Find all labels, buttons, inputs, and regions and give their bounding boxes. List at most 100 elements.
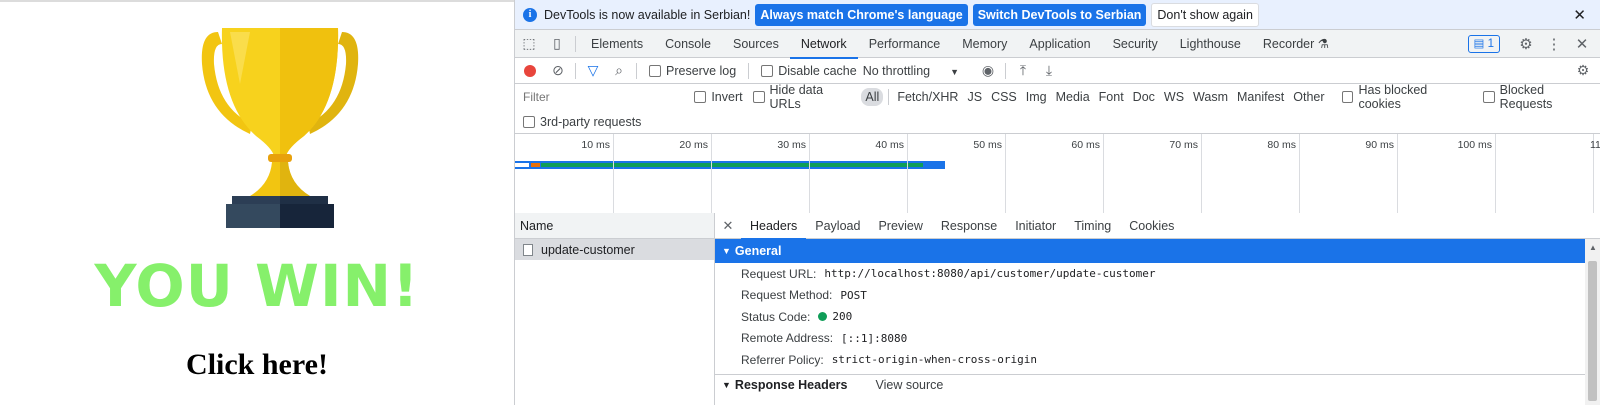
language-infobar: i DevTools is now available in Serbian! … — [515, 0, 1600, 30]
issues-badge[interactable]: ▤ 1 — [1467, 35, 1500, 53]
device-toolbar-icon[interactable]: ▯ — [543, 35, 571, 52]
infobar-message: DevTools is now available in Serbian! — [544, 7, 751, 22]
details-scrollbar[interactable]: ▲ — [1585, 239, 1600, 405]
referrer-policy-value: strict-origin-when-cross-origin — [831, 353, 1037, 367]
import-har-icon[interactable]: ⤒ — [1010, 62, 1036, 79]
type-filter-fetch-xhr[interactable]: Fetch/XHR — [893, 88, 962, 106]
tab-console[interactable]: Console — [654, 30, 722, 58]
overview-gridline — [613, 134, 614, 214]
invert-checkbox[interactable] — [694, 91, 707, 103]
overview-gridline — [711, 134, 712, 214]
overview-gridline — [907, 134, 908, 214]
overview-waiting-bar — [541, 163, 923, 167]
tab-network[interactable]: Network — [789, 30, 858, 59]
network-conditions-icon[interactable]: ◉ — [975, 62, 1001, 79]
tab-payload[interactable]: Payload — [806, 213, 869, 239]
tab-response[interactable]: Response — [932, 213, 1006, 239]
disable-cache-label: Disable cache — [778, 63, 857, 78]
type-filter-all[interactable]: All — [861, 88, 884, 106]
remote-address-row: Remote Address: [::1]:8080 — [715, 328, 1585, 350]
type-filter-media[interactable]: Media — [1052, 88, 1094, 106]
request-url-value: http://localhost:8080/api/customer/updat… — [824, 267, 1156, 281]
preserve-log-checkbox[interactable] — [649, 64, 661, 77]
tab-elements[interactable]: Elements — [580, 30, 654, 58]
general-section-header[interactable]: ▼ General — [715, 239, 1585, 263]
export-har-icon[interactable]: ⤓ — [1036, 62, 1062, 79]
inspect-element-icon[interactable]: ⬚ — [515, 35, 543, 52]
dont-show-again-button[interactable]: Don't show again — [1151, 2, 1259, 27]
tab-security[interactable]: Security — [1102, 30, 1169, 58]
click-here-link[interactable]: Click here! — [0, 348, 514, 382]
close-devtools-icon[interactable]: ✕ — [1568, 35, 1596, 53]
type-filter-ws[interactable]: WS — [1160, 88, 1188, 106]
tab-headers[interactable]: Headers — [741, 213, 807, 240]
type-filter-other[interactable]: Other — [1289, 88, 1328, 106]
clear-icon[interactable]: ⊘ — [545, 62, 571, 79]
throttling-select[interactable]: No throttling ▼ — [857, 64, 975, 78]
disable-cache-checkbox[interactable] — [761, 64, 774, 77]
name-column-header[interactable]: Name — [515, 213, 714, 239]
tab-sources[interactable]: Sources — [722, 30, 790, 58]
overview-gridline — [1495, 134, 1496, 214]
switch-language-button[interactable]: Switch DevTools to Serbian — [972, 3, 1147, 26]
settings-gear-icon[interactable]: ⚙ — [1512, 35, 1540, 53]
third-party-checkbox[interactable] — [523, 115, 535, 128]
overview-tick-label: 60 ms — [1071, 139, 1100, 151]
overview-tick-label: 110 — [1590, 139, 1600, 151]
tab-lighthouse[interactable]: Lighthouse — [1169, 30, 1252, 58]
divider — [888, 89, 890, 105]
invert-label: Invert — [711, 90, 743, 104]
tab-initiator[interactable]: Initiator — [1006, 213, 1065, 239]
overview-gridline — [1299, 134, 1300, 214]
response-headers-section-header[interactable]: ▼ Response Headers View source — [715, 373, 1585, 396]
type-filter-js[interactable]: JS — [963, 88, 986, 106]
type-filter-img[interactable]: Img — [1022, 88, 1051, 106]
match-language-button[interactable]: Always match Chrome's language — [755, 3, 968, 26]
has-blocked-cookies-label: Has blocked cookies — [1358, 83, 1428, 111]
view-source-link[interactable]: View source — [875, 378, 943, 392]
type-filter-doc[interactable]: Doc — [1129, 88, 1159, 106]
hide-data-urls-checkbox[interactable] — [752, 91, 765, 103]
tab-performance[interactable]: Performance — [858, 30, 952, 58]
overview-gridline — [809, 134, 810, 214]
blocked-requests-checkbox[interactable] — [1482, 91, 1495, 103]
tab-application[interactable]: Application — [1018, 30, 1101, 58]
overview-tick-label: 20 ms — [679, 139, 708, 151]
divider — [575, 35, 576, 52]
type-filter-manifest[interactable]: Manifest — [1233, 88, 1288, 106]
has-blocked-cookies-checkbox[interactable] — [1341, 91, 1354, 103]
tab-timing[interactable]: Timing — [1065, 213, 1120, 239]
status-ok-icon — [818, 312, 828, 322]
overview-gridline — [1201, 134, 1202, 214]
close-details-icon[interactable]: ✕ — [715, 218, 741, 234]
filter-input[interactable] — [521, 87, 681, 107]
web-page: YOU WIN! Click here! — [0, 0, 514, 405]
search-icon[interactable]: ⌕ — [606, 62, 632, 79]
scrollbar-thumb[interactable] — [1588, 261, 1597, 401]
overview-tick-label: 70 ms — [1169, 139, 1198, 151]
preserve-log-label: Preserve log — [666, 63, 737, 78]
overview-tick-label: 40 ms — [875, 139, 904, 151]
record-icon[interactable] — [524, 64, 536, 77]
win-heading: YOU WIN! — [94, 252, 420, 320]
tab-recorder[interactable]: Recorder ⚗ — [1252, 30, 1340, 58]
close-icon[interactable]: ✕ — [1573, 6, 1586, 24]
tabbar-actions: ▤ 1 ⚙ ⋮ ✕ — [1467, 30, 1596, 58]
request-name: update-customer — [541, 242, 635, 257]
overview-tick-label: 80 ms — [1267, 139, 1296, 151]
tab-cookies[interactable]: Cookies — [1120, 213, 1183, 239]
filter-icon[interactable]: ▽ — [580, 62, 606, 79]
request-row[interactable]: update-customer — [515, 239, 714, 260]
tab-memory[interactable]: Memory — [951, 30, 1018, 58]
request-method-row: Request Method: POST — [715, 285, 1585, 307]
response-headers-title: Response Headers — [734, 378, 848, 392]
type-filter-css[interactable]: CSS — [987, 88, 1021, 106]
more-options-icon[interactable]: ⋮ — [1540, 35, 1568, 53]
scroll-up-icon[interactable]: ▲ — [1589, 243, 1597, 252]
type-filter-wasm[interactable]: Wasm — [1189, 88, 1232, 106]
chevron-down-icon: ▼ — [950, 66, 960, 77]
network-settings-gear-icon[interactable]: ⚙ — [1570, 62, 1596, 79]
type-filter-font[interactable]: Font — [1095, 88, 1128, 106]
tab-preview[interactable]: Preview — [869, 213, 931, 239]
network-overview[interactable]: 10 ms 20 ms 30 ms 40 ms 50 ms 60 ms 70 ms 80 ms… — [515, 134, 1600, 214]
